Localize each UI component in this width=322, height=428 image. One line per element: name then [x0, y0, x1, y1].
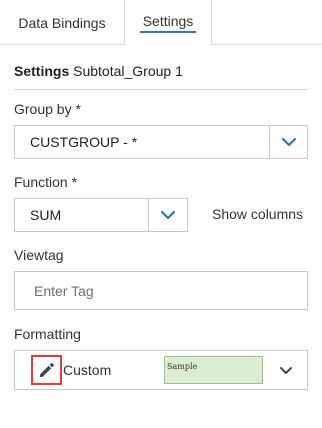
- chevron-down-icon: [281, 137, 296, 147]
- chevron-down-icon: [280, 366, 292, 374]
- format-sample-preview: Sample: [164, 356, 263, 384]
- function-dropdown-button[interactable]: [148, 199, 187, 231]
- group-by-select[interactable]: CUSTGROUP - *: [14, 125, 308, 159]
- edit-format-button[interactable]: [31, 355, 62, 385]
- viewtag-input[interactable]: [15, 272, 307, 309]
- chevron-down-icon: [160, 210, 176, 220]
- show-columns-link[interactable]: Show columns: [212, 206, 303, 222]
- tab-data-bindings-label: Data Bindings: [18, 14, 106, 31]
- settings-header: Settings Subtotal_Group 1: [14, 63, 308, 82]
- pencil-icon: [39, 363, 54, 377]
- formatting-select[interactable]: Custom Sample: [14, 350, 308, 390]
- group-by-dropdown-button[interactable]: [269, 126, 307, 158]
- function-value: SUM: [30, 207, 62, 223]
- function-select[interactable]: SUM: [14, 198, 188, 232]
- formatting-label: Formatting: [14, 326, 81, 342]
- tab-settings[interactable]: Settings: [124, 0, 212, 46]
- group-by-value: CUSTGROUP - *: [30, 134, 138, 150]
- tab-bar: Data Bindings Settings: [0, 0, 322, 46]
- formatting-dropdown-button[interactable]: [279, 351, 293, 389]
- format-name: Custom: [63, 362, 112, 378]
- tab-data-bindings[interactable]: Data Bindings: [0, 0, 124, 45]
- tab-settings-label: Settings: [142, 13, 194, 29]
- header-name: Subtotal_Group 1: [73, 63, 183, 79]
- viewtag-label: Viewtag: [14, 247, 64, 263]
- settings-panel: Data Bindings Settings Settings Subtotal…: [0, 0, 322, 428]
- function-label: Function *: [14, 174, 78, 190]
- group-by-label: Group by *: [14, 101, 81, 117]
- header-title: Settings: [14, 63, 70, 79]
- active-tab-indicator: [140, 31, 196, 33]
- viewtag-field[interactable]: [14, 271, 308, 310]
- header-divider: [14, 89, 308, 90]
